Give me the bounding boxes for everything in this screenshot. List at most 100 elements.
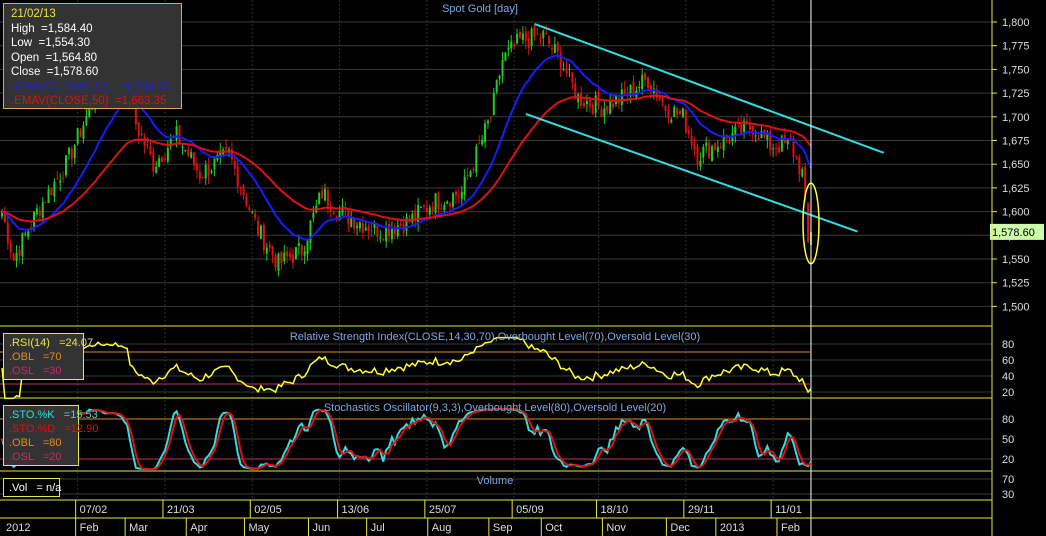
candle-body xyxy=(76,127,79,144)
candle-body xyxy=(679,110,682,115)
rsi-osl: .OSL =30 xyxy=(9,365,62,377)
candle-body xyxy=(242,185,245,196)
candle-body xyxy=(324,188,327,201)
candle-body xyxy=(798,157,801,175)
price-tick-label: 1,600 xyxy=(1002,207,1030,219)
candle-body xyxy=(178,125,181,145)
candle-body xyxy=(56,178,59,180)
candle-body xyxy=(181,146,184,148)
candle-body xyxy=(254,213,257,219)
month-label: Apr xyxy=(190,522,207,534)
candle-body xyxy=(396,225,399,237)
candle-body xyxy=(504,52,507,61)
candle-body xyxy=(420,207,423,209)
price-tick-label: 1,800 xyxy=(1002,17,1030,29)
sto-k-value: .STO.%K =15.53 xyxy=(9,409,98,421)
candle-body xyxy=(609,99,612,114)
date-label: 11/01 xyxy=(775,504,802,516)
candle-body xyxy=(175,126,178,140)
candle-body xyxy=(647,77,650,88)
candle-body xyxy=(449,203,452,207)
rsi-tick-label: 60 xyxy=(1002,355,1014,367)
rsi-obl: .OBL =70 xyxy=(9,351,62,363)
candle-body xyxy=(489,117,492,119)
candle-body xyxy=(233,160,236,169)
sto-obl: .OBL =80 xyxy=(9,437,62,449)
info-ema50: .EMAV(CLOSE,50) =1,663.35 xyxy=(11,95,167,107)
candle-body xyxy=(425,207,428,212)
candle-body xyxy=(457,195,460,197)
candle-body xyxy=(667,110,670,119)
candle-body xyxy=(326,190,329,206)
candle-body xyxy=(353,218,356,229)
candle-body xyxy=(530,28,533,47)
month-label: 2012 xyxy=(6,522,30,534)
candle-body xyxy=(513,43,516,47)
candle-body xyxy=(533,25,536,37)
candle-body xyxy=(137,122,140,136)
candle-body xyxy=(600,108,603,118)
candle-body xyxy=(82,125,85,139)
candle-body xyxy=(286,251,289,257)
candle-body xyxy=(545,33,548,35)
candle-body xyxy=(166,148,169,162)
candle-body xyxy=(775,147,778,149)
candle-body xyxy=(754,135,757,137)
candle-body xyxy=(280,252,283,263)
month-label: Aug xyxy=(432,522,452,534)
candle-body xyxy=(475,146,478,173)
month-label: Oct xyxy=(545,522,562,534)
candle-body xyxy=(12,253,15,261)
candle-body xyxy=(527,38,530,49)
candle-body xyxy=(524,31,527,42)
volume-tick-label: 30 xyxy=(1002,489,1014,501)
candle-body xyxy=(777,147,780,153)
candle-body xyxy=(583,103,585,107)
date-label: 02/05 xyxy=(254,504,282,516)
candle-body xyxy=(277,253,280,271)
price-tick-label: 1,625 xyxy=(1002,183,1030,195)
candle-body xyxy=(297,243,300,246)
candle-body xyxy=(79,130,82,138)
candle-body xyxy=(248,207,251,211)
candle-body xyxy=(35,208,38,215)
candle-body xyxy=(73,145,76,158)
candle-body xyxy=(580,92,583,106)
candle-body xyxy=(469,171,472,177)
candle-body xyxy=(184,150,187,152)
candle-body xyxy=(41,202,44,218)
volume-value: .Vol = n/a xyxy=(9,482,62,494)
month-label: Mar xyxy=(129,522,148,534)
price-tick-label: 1,725 xyxy=(1002,88,1030,100)
candle-body xyxy=(801,169,804,177)
price-tick-label: 1,525 xyxy=(1002,278,1030,290)
candle-body xyxy=(143,136,146,146)
candle-body xyxy=(437,193,440,209)
candle-body xyxy=(699,160,702,167)
ohlc-info-box: 21/02/13 High =1,584.40 Low =1,554.30 Op… xyxy=(3,3,182,109)
month-label: Nov xyxy=(606,522,626,534)
candle-body xyxy=(376,225,379,237)
candle-body xyxy=(225,147,228,150)
candle-body xyxy=(140,133,143,135)
candle-body xyxy=(466,174,469,177)
candle-body xyxy=(358,222,361,229)
volume-title: Volume xyxy=(477,475,514,487)
candle-body xyxy=(693,143,696,150)
candle-body xyxy=(207,164,210,176)
candle-body xyxy=(446,201,449,204)
candle-body xyxy=(65,155,68,176)
candle-body xyxy=(70,148,73,159)
candle-body xyxy=(382,239,385,241)
candle-body xyxy=(606,106,609,112)
info-low: Low =1,554.30 xyxy=(11,37,90,49)
candle-body xyxy=(6,223,9,244)
candle-body xyxy=(644,73,647,80)
candle-body xyxy=(661,96,664,103)
date-label: 13/06 xyxy=(342,504,370,516)
candle-body xyxy=(341,206,344,213)
candle-body xyxy=(388,224,391,237)
candle-body xyxy=(440,207,443,209)
month-label: Sep xyxy=(493,522,513,534)
candle-body xyxy=(687,129,690,134)
